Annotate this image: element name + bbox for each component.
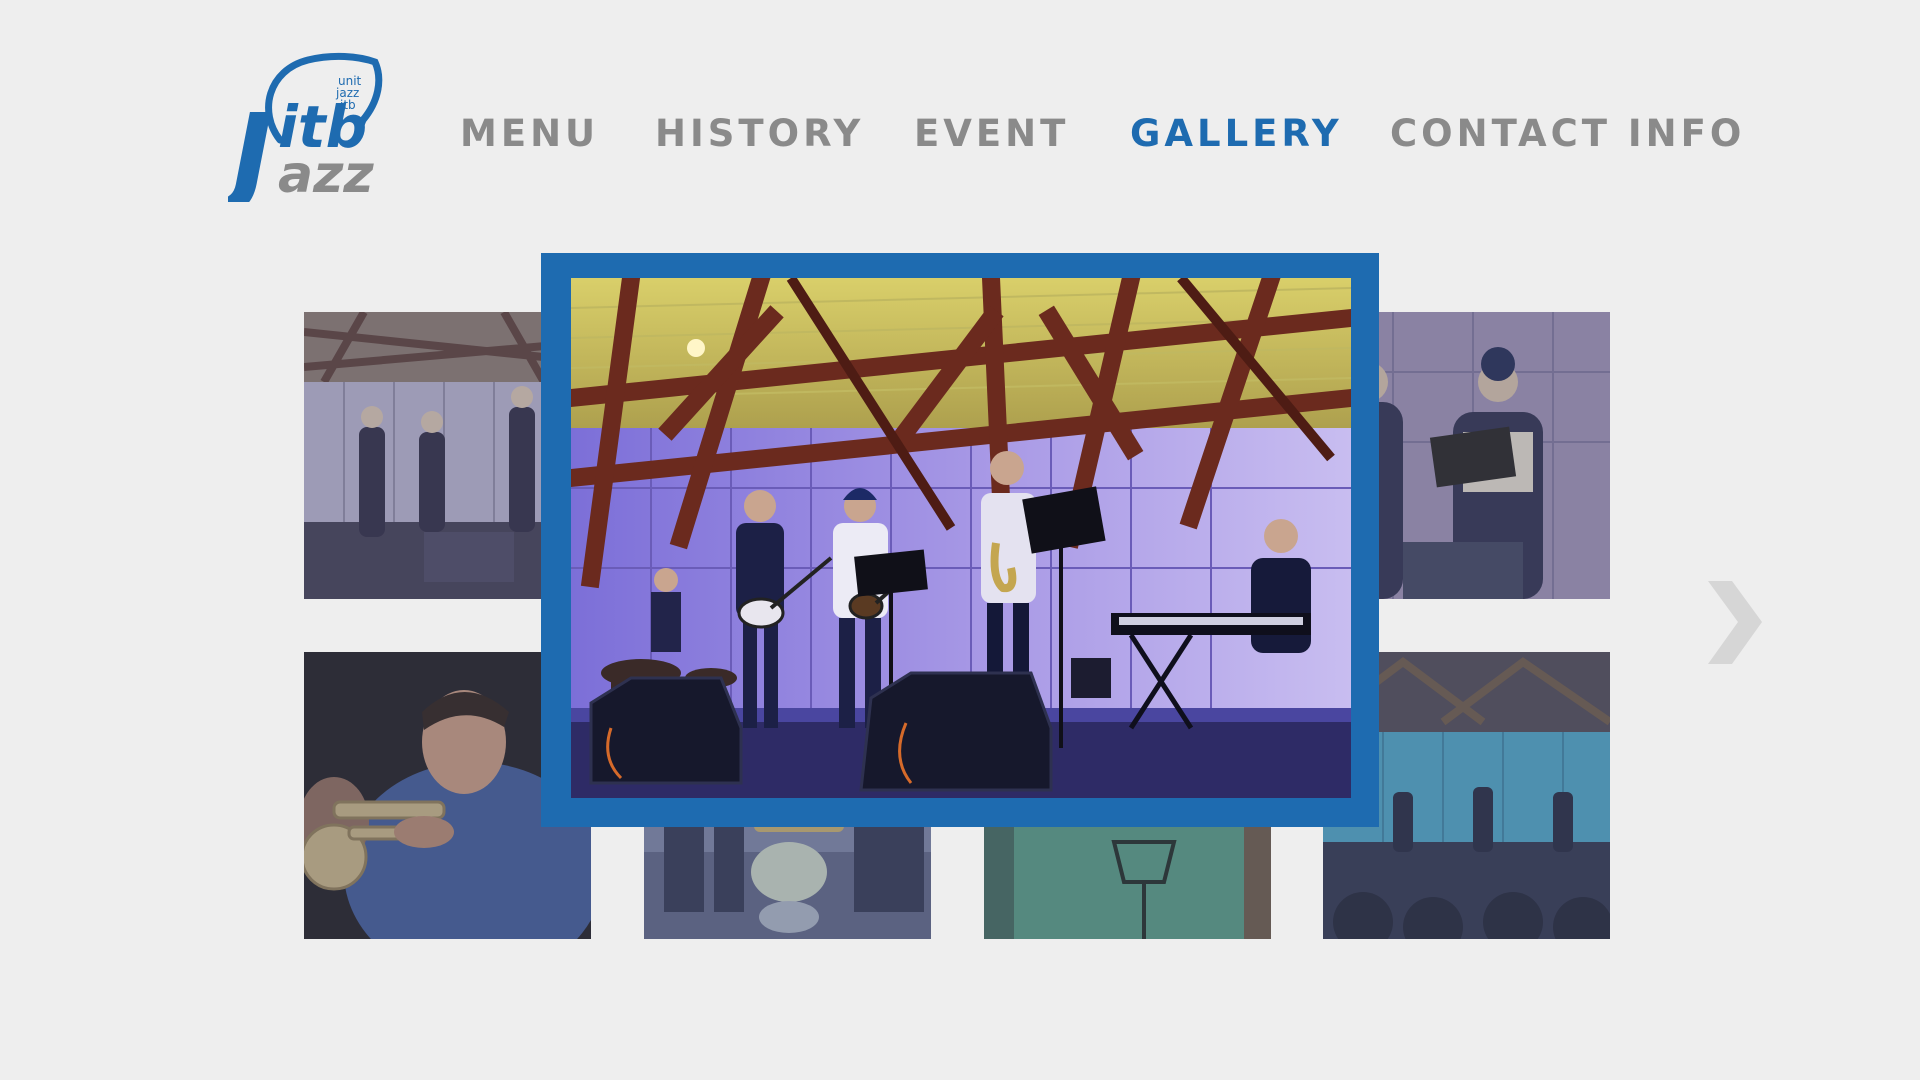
nav-item-history[interactable]: HISTORY [655, 112, 864, 155]
chevron-right-icon [1708, 581, 1762, 664]
nav-item-contact-info[interactable]: CONTACT INFO [1390, 112, 1745, 155]
logo-azz-text: azz [278, 145, 374, 202]
site-logo[interactable]: J itb azz unit jazz itb [213, 52, 388, 218]
nav-item-menu[interactable]: MENU [460, 112, 599, 155]
featured-photo-frame[interactable] [541, 253, 1379, 827]
band-stage-featured-photo [571, 278, 1351, 798]
logo-icon: J itb azz unit jazz itb [213, 52, 383, 218]
logo-letter-j: J [228, 90, 273, 202]
featured-photo [571, 278, 1351, 798]
nav-item-gallery[interactable]: GALLERY [1130, 112, 1343, 155]
logo-small-line-3: itb [340, 98, 356, 112]
next-button[interactable] [1700, 575, 1770, 670]
nav-item-event[interactable]: EVENT [914, 112, 1069, 155]
